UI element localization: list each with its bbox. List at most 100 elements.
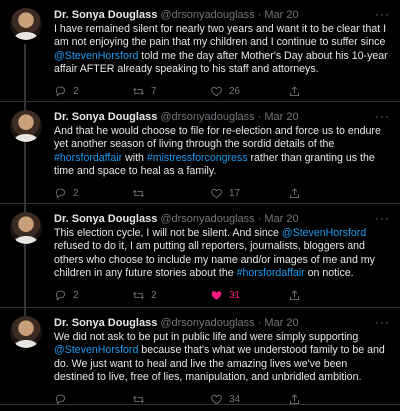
- more-icon[interactable]: ···: [375, 109, 390, 123]
- tweet-actions: 2 17: [54, 183, 390, 205]
- like-button[interactable]: 17: [210, 187, 288, 200]
- tweet[interactable]: Dr. Sonya Douglass @drsonyadouglass · Mar 2…: [0, 102, 400, 204]
- tweet[interactable]: Dr. Sonya Douglass @drsonyadouglass · Mar 2…: [0, 308, 400, 405]
- reply-icon: [55, 290, 66, 301]
- tweet-text-segment: And that he would choose to file for re-…: [54, 125, 381, 151]
- retweet-count: 2: [151, 290, 157, 302]
- avatar-figure: [14, 340, 38, 348]
- share-icon: [289, 394, 300, 405]
- tweet-timestamp[interactable]: Mar 20: [264, 110, 298, 124]
- tweet-header: Dr. Sonya Douglass @drsonyadouglass · Mar 2…: [54, 212, 390, 226]
- like-button[interactable]: 34: [210, 393, 288, 406]
- thread-connector: [24, 44, 26, 101]
- avatar-figure: [14, 32, 38, 40]
- like-icon: [211, 188, 222, 199]
- tweet-text: We did not ask to be put in public life …: [54, 331, 390, 385]
- share-button[interactable]: [288, 393, 366, 406]
- more-icon[interactable]: ···: [375, 7, 390, 21]
- tweet-timestamp[interactable]: Mar 20: [264, 212, 298, 226]
- reply-icon: [55, 394, 66, 405]
- tweet-link[interactable]: @StevenHorsford: [54, 344, 138, 356]
- tweet-header: Dr. Sonya Douglass @drsonyadouglass · Mar 2…: [54, 110, 390, 124]
- author-handle[interactable]: @drsonyadouglass: [160, 8, 254, 22]
- retweet-icon: [133, 292, 144, 300]
- like-count: 34: [229, 394, 241, 406]
- like-icon: [211, 291, 222, 300]
- thread-timeline: Dr. Sonya Douglass @drsonyadouglass · Mar 2…: [0, 0, 400, 405]
- share-button[interactable]: [288, 85, 366, 98]
- thread-connector: [24, 308, 26, 316]
- tweet[interactable]: Dr. Sonya Douglass @drsonyadouglass · Mar 2…: [0, 204, 400, 308]
- like-button[interactable]: 31: [210, 289, 288, 302]
- author-name[interactable]: Dr. Sonya Douglass: [54, 212, 157, 226]
- author-handle[interactable]: @drsonyadouglass: [160, 212, 254, 226]
- more-icon[interactable]: ···: [375, 211, 390, 225]
- retweet-count: 7: [151, 86, 157, 98]
- reply-button[interactable]: [54, 393, 132, 406]
- share-button[interactable]: [288, 187, 366, 200]
- more-icon[interactable]: ···: [375, 315, 390, 329]
- retweet-icon: [133, 88, 144, 96]
- retweet-icon: [133, 396, 144, 404]
- author-name[interactable]: Dr. Sonya Douglass: [54, 110, 157, 124]
- tweet-text-segment: with: [122, 151, 147, 164]
- like-icon: [211, 86, 222, 97]
- tweet-text-segment: This election cycle, I will not be silen…: [54, 227, 282, 239]
- reply-button[interactable]: 2: [54, 289, 132, 302]
- author-handle[interactable]: @drsonyadouglass: [160, 110, 254, 124]
- reply-button[interactable]: 2: [54, 187, 132, 200]
- avatar[interactable]: [10, 212, 42, 244]
- tweet-link[interactable]: #horsfordaffair: [237, 267, 305, 279]
- separator-dot: ·: [257, 317, 262, 329]
- tweet-text-segment: We did not ask to be put in public life …: [54, 331, 359, 343]
- tweet-link[interactable]: #horsfordaffair: [54, 152, 122, 164]
- share-icon: [289, 188, 300, 199]
- avatar-figure: [14, 134, 38, 142]
- retweet-button[interactable]: [132, 393, 210, 406]
- retweet-button[interactable]: 7: [132, 85, 210, 98]
- share-button[interactable]: [288, 289, 366, 302]
- like-count: 31: [229, 290, 241, 302]
- reply-count: 2: [73, 86, 79, 98]
- author-name[interactable]: Dr. Sonya Douglass: [54, 8, 157, 22]
- reply-icon: [55, 188, 66, 199]
- tweet-header: Dr. Sonya Douglass @drsonyadouglass · Mar 2…: [54, 316, 390, 330]
- retweet-icon: [133, 190, 144, 198]
- retweet-button[interactable]: 2: [132, 289, 210, 302]
- tweet-timestamp[interactable]: Mar 20: [264, 8, 298, 22]
- reply-button[interactable]: 2: [54, 85, 132, 98]
- tweet-header: Dr. Sonya Douglass @drsonyadouglass · Mar 2…: [54, 8, 390, 22]
- retweet-button[interactable]: [132, 187, 210, 200]
- avatar[interactable]: [10, 8, 42, 40]
- author-name[interactable]: Dr. Sonya Douglass: [54, 316, 157, 330]
- share-icon: [289, 86, 300, 97]
- avatar[interactable]: [10, 316, 42, 348]
- tweet-actions: 34: [54, 389, 390, 411]
- reply-count: 2: [73, 188, 79, 200]
- separator-dot: ·: [257, 9, 262, 21]
- tweet-text: This election cycle, I will not be silen…: [54, 227, 390, 281]
- tweet-text: I have remained silent for nearly two ye…: [54, 23, 390, 77]
- tweet-link[interactable]: @StevenHorsford: [54, 50, 138, 62]
- reply-count: 2: [73, 290, 79, 302]
- tweet-actions: 2 2 31: [54, 285, 390, 307]
- tweet-link[interactable]: @StevenHorsford: [282, 227, 366, 239]
- tweet-text-segment: on notice.: [304, 267, 354, 280]
- tweet-timestamp[interactable]: Mar 20: [264, 316, 298, 330]
- like-count: 26: [229, 86, 241, 98]
- tweet[interactable]: Dr. Sonya Douglass @drsonyadouglass · Mar 2…: [0, 0, 400, 102]
- avatar-figure: [14, 236, 38, 244]
- tweet-text-segment: I have remained silent for nearly two ye…: [54, 23, 387, 49]
- author-handle[interactable]: @drsonyadouglass: [160, 316, 254, 330]
- avatar[interactable]: [10, 110, 42, 142]
- separator-dot: ·: [257, 213, 262, 225]
- like-button[interactable]: 26: [210, 85, 288, 98]
- tweet-text: And that he would choose to file for re-…: [54, 125, 390, 179]
- like-count: 17: [229, 188, 241, 200]
- separator-dot: ·: [257, 111, 262, 123]
- tweet-link[interactable]: #mistressforcongress: [147, 152, 248, 164]
- like-icon: [211, 394, 222, 405]
- share-icon: [289, 290, 300, 301]
- reply-icon: [55, 86, 66, 97]
- tweet-actions: 2 7 26: [54, 81, 390, 103]
